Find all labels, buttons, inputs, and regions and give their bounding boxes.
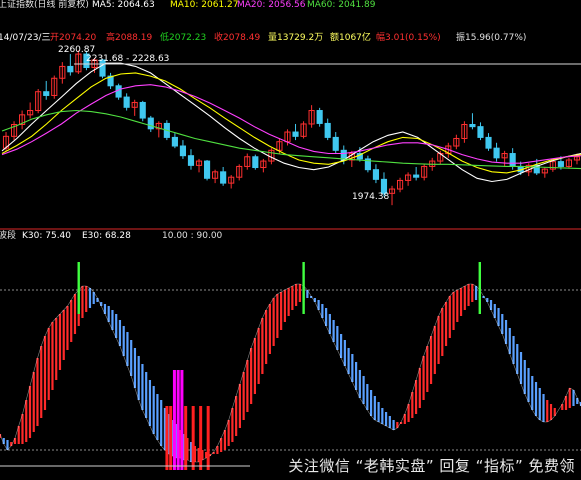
candle: [252, 154, 259, 170]
index-name-label: 上证指数(日线 前复权): [0, 0, 89, 10]
candle-body: [316, 110, 323, 124]
reference-levels-label: 10.00 : 90.00: [162, 231, 223, 241]
candle-body: [139, 101, 146, 119]
candle-body: [187, 155, 195, 166]
candle-body: [509, 153, 516, 167]
candle-body: [147, 117, 154, 130]
candle-body: [220, 171, 227, 184]
candle-body: [115, 85, 122, 98]
e30-label: E30: 68.28: [82, 231, 131, 241]
candle: [316, 107, 323, 127]
ma5-label: MA5: 2064.63: [92, 0, 155, 10]
ma60-label: MA60: 2041.89: [307, 0, 376, 10]
candle-body: [43, 91, 50, 96]
candle-body: [252, 156, 259, 169]
oscillator-panel[interactable]: 波段 K30: 75.40 E30: 68.28 10.00 : 90.00: [0, 229, 581, 470]
ma20-label: MA20: 2056.56: [237, 0, 306, 10]
info-close: 收2078.49: [214, 31, 260, 43]
candle-body: [477, 126, 484, 138]
info-low: 低2072.23: [160, 31, 206, 43]
k30-label: K30: 75.40: [22, 231, 71, 241]
range-label: 2231.68 - 2228.63: [86, 54, 169, 64]
info-amplitude: 振15.96(0.77%): [456, 31, 526, 43]
watermark-text: 关注微信 “老韩实盘” 回复 “指标” 免费领: [288, 457, 575, 475]
candle-body: [469, 124, 476, 128]
info-change: 幅3.01(0.15%): [376, 31, 441, 43]
info-date: 14/07/23/三: [0, 33, 50, 43]
candle-body: [332, 136, 339, 151]
candle-body: [372, 169, 380, 180]
candle-body: [485, 136, 492, 149]
candle-body: [203, 160, 211, 179]
candle-body: [292, 131, 299, 137]
low-price-label: 1974.38: [352, 192, 389, 202]
candle-body: [493, 147, 500, 159]
oscillator-name-label: 波段: [0, 229, 16, 241]
info-volume: 量13729.2万: [268, 32, 323, 43]
candle-body: [324, 122, 331, 138]
info-open: 开2074.20: [50, 32, 96, 43]
candle-body: [179, 145, 187, 157]
info-high: 高2088.19: [106, 31, 152, 43]
candle-body: [123, 96, 130, 108]
candle-body: [171, 136, 178, 147]
candle: [203, 159, 211, 181]
candle: [139, 100, 146, 122]
stock-chart-window: 2260.87 2231.68 - 2228.63 1974.38 上证指数(日…: [0, 0, 581, 480]
oscillator-ribbon: [0, 283, 581, 463]
signal-marks: [77, 262, 481, 314]
candle-body: [413, 174, 420, 178]
chart-canvas[interactable]: 2260.87 2231.68 - 2228.63 1974.38 上证指数(日…: [0, 0, 581, 480]
price-panel[interactable]: 2260.87 2231.68 - 2228.63 1974.38 上证指数(日…: [0, 0, 581, 228]
candle-body: [557, 161, 564, 167]
candle: [115, 83, 122, 100]
info-amount: 额1067亿: [330, 31, 371, 43]
candle-body: [67, 65, 74, 73]
ma10-label: MA10: 2061.27: [170, 0, 238, 10]
